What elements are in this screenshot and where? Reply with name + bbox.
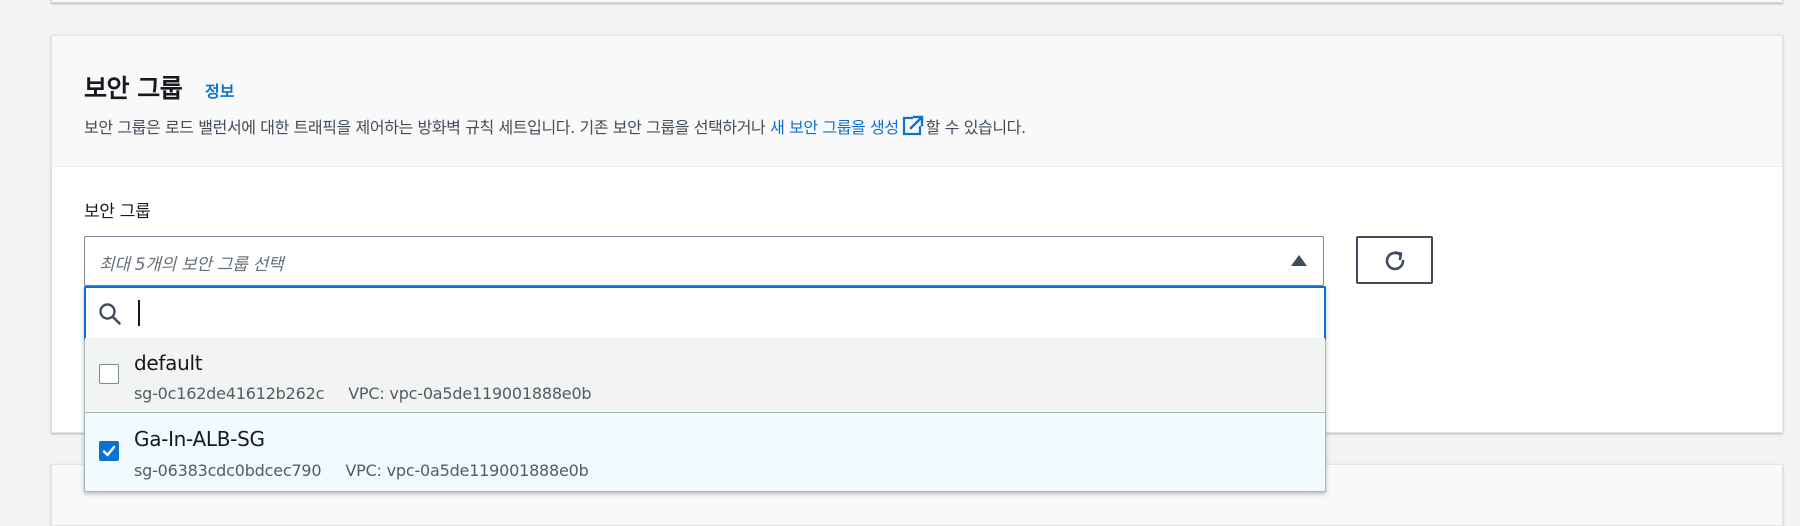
- create-security-group-link-text[interactable]: 새 보안 그룹을 생성: [770, 118, 899, 137]
- option-meta: sg-06383cdc0bdcec790 VPC: vpc-0a5de119001…: [134, 461, 589, 480]
- dropdown-search-input[interactable]: [136, 297, 1310, 329]
- external-link-icon[interactable]: [902, 115, 924, 141]
- option-vpc: VPC: vpc-0a5de119001888e0b: [345, 461, 589, 480]
- check-icon: [102, 445, 116, 457]
- option-vpc: VPC: vpc-0a5de119001888e0b: [348, 384, 592, 403]
- search-icon: [99, 303, 121, 325]
- option-checkbox[interactable]: [99, 364, 119, 384]
- option-name: default: [134, 351, 203, 375]
- refresh-button[interactable]: [1356, 236, 1433, 284]
- section-title: 보안 그룹: [84, 74, 183, 103]
- security-group-multiselect[interactable]: 최대 5개의 보안 그룹 선택: [84, 236, 1324, 286]
- option-sg-id: sg-0c162de41612b262c: [134, 384, 325, 403]
- info-link[interactable]: 정보: [205, 78, 234, 102]
- option-sg-id: sg-06383cdc0bdcec790: [134, 461, 322, 480]
- option-checkbox-checked[interactable]: [99, 441, 119, 461]
- text-cursor: [138, 300, 140, 326]
- create-security-group-link[interactable]: 새 보안 그룹을 생성: [770, 115, 926, 137]
- option-default[interactable]: default sg-0c162de41612b262c VPC: vpc-0a5…: [85, 338, 1325, 413]
- option-ga-in-alb-sg[interactable]: Ga-In-ALB-SG sg-06383cdc0bdcec790 VPC: vp…: [85, 413, 1325, 491]
- multiselect-placeholder: 최대 5개의 보안 그룹 선택: [99, 255, 284, 275]
- refresh-icon: [1385, 251, 1405, 271]
- caret-up-icon[interactable]: [1291, 255, 1307, 266]
- section-header: 보안 그룹 정보 보안 그룹은 로드 밸런서에 대한 트래픽을 제어하는 방화벽…: [52, 36, 1782, 167]
- description-suffix: 할 수 있습니다.: [925, 118, 1026, 137]
- previous-section-card: [51, 0, 1783, 3]
- security-group-field-label: 보안 그룹: [84, 202, 151, 222]
- section-description: 보안 그룹은 로드 밸런서에 대한 트래픽을 제어하는 방화벽 규칙 세트입니다…: [84, 114, 1026, 141]
- description-text: 보안 그룹은 로드 밸런서에 대한 트래픽을 제어하는 방화벽 규칙 세트입니다…: [84, 118, 771, 137]
- option-meta: sg-0c162de41612b262c VPC: vpc-0a5de119001…: [134, 384, 592, 403]
- security-group-dropdown: default sg-0c162de41612b262c VPC: vpc-0a5…: [84, 286, 1326, 492]
- option-name: Ga-In-ALB-SG: [134, 427, 265, 451]
- dropdown-search-box[interactable]: [84, 286, 1326, 340]
